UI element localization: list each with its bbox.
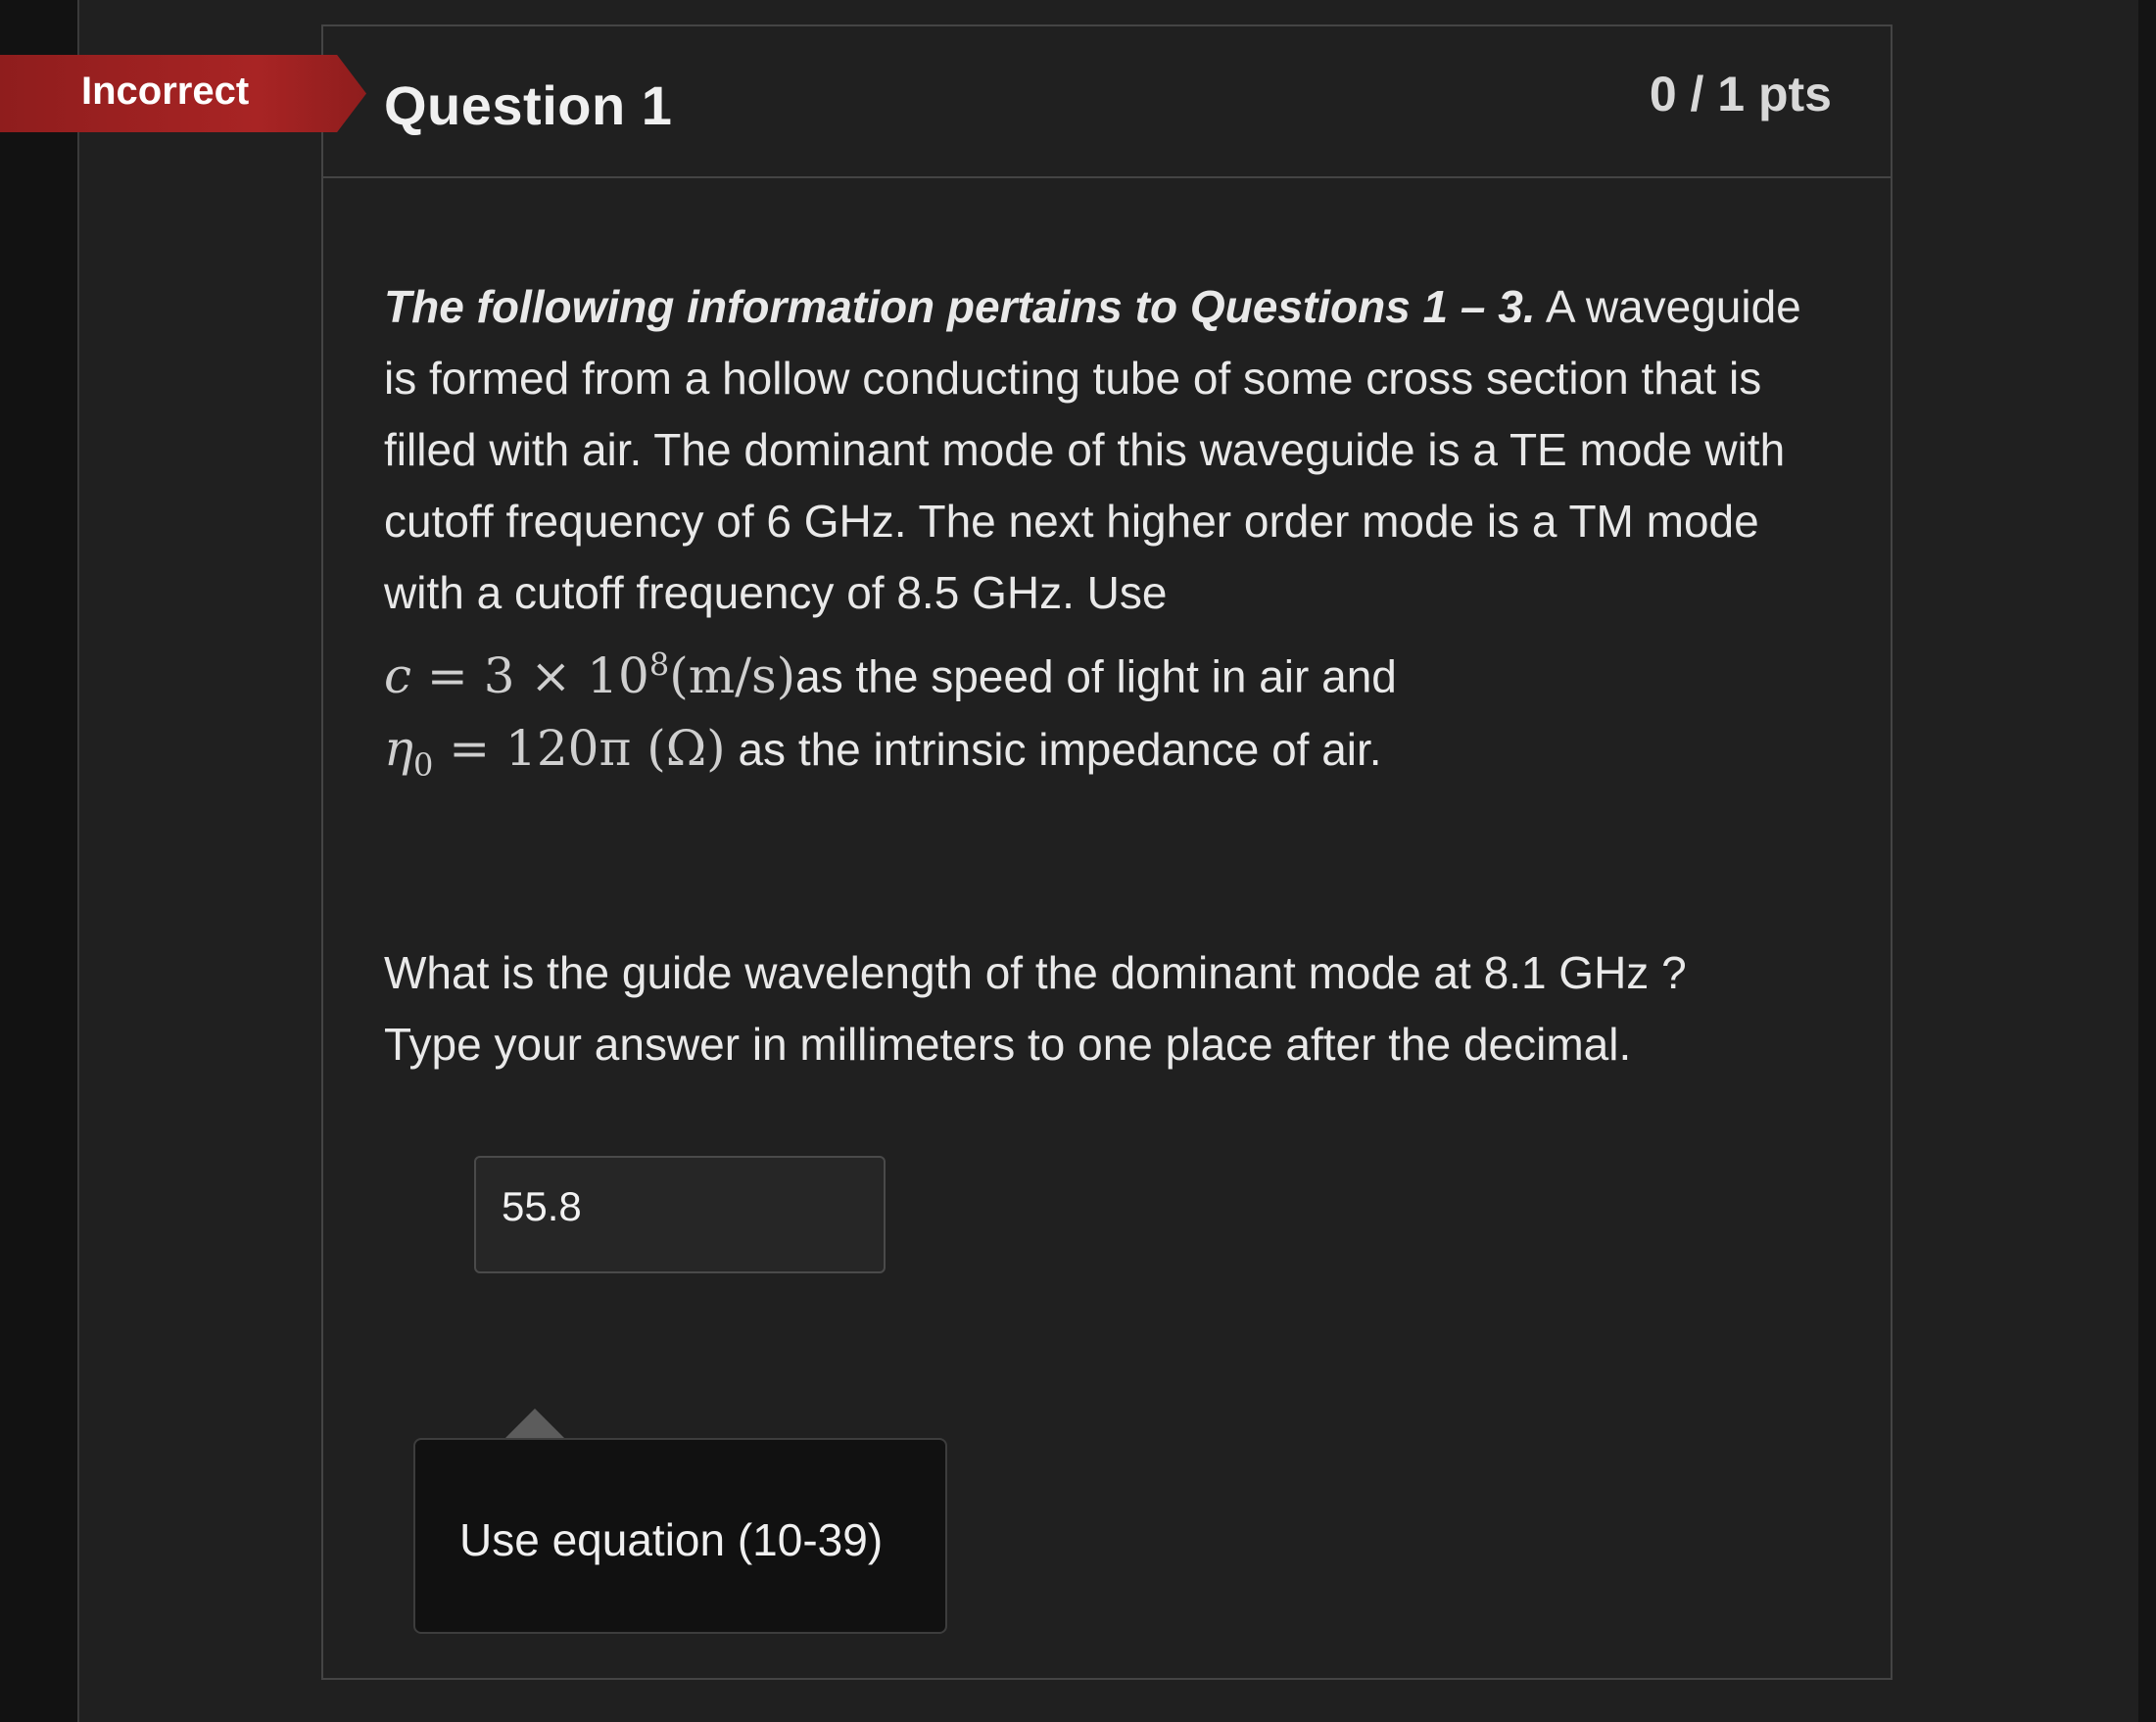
- question-card: Question 1 0 / 1 pts The following infor…: [321, 24, 1892, 1680]
- answer-input[interactable]: 55.8: [474, 1156, 886, 1273]
- impedance-equation: η0 = 120π (Ω): [384, 719, 726, 784]
- feedback-comment-box: Use equation (10-39): [413, 1438, 947, 1634]
- left-sidebar-rail: [0, 0, 79, 1722]
- question-prompt: What is the guide wavelength of the domi…: [384, 937, 1834, 1080]
- math-eta-subscript: 0: [412, 745, 434, 784]
- intro-heading: The following information pertains to Qu…: [384, 281, 1536, 332]
- speed-of-light-text: as the speed of light in air and: [795, 650, 1397, 702]
- math-c-value: = 3 × 10: [411, 646, 649, 704]
- status-label: Incorrect: [81, 70, 250, 113]
- speed-of-light-equation: c = 3 × 108(m/s): [384, 646, 796, 704]
- feedback-text: Use equation (10-39): [459, 1514, 884, 1565]
- right-sidebar-rail: [2138, 0, 2156, 1722]
- prompt-question-line: What is the guide wavelength of the domi…: [384, 947, 1687, 998]
- question-header: Question 1 0 / 1 pts: [323, 26, 1891, 178]
- incorrect-status-banner: Incorrect: [0, 55, 366, 132]
- caret-up-icon: [503, 1409, 566, 1440]
- math-c-symbol: c: [384, 646, 412, 704]
- question-points: 0 / 1 pts: [1649, 67, 1832, 121]
- math-eta-symbol: η: [384, 719, 413, 777]
- question-title: Question 1: [384, 74, 673, 136]
- prompt-instruction-line: Type your answer in millimeters to one p…: [384, 1019, 1632, 1070]
- quiz-results-page: Incorrect Question 1 0 / 1 pts The follo…: [0, 0, 2156, 1722]
- math-c-unit: (m/s): [669, 646, 796, 704]
- math-eta-value: = 120π (Ω): [433, 719, 726, 777]
- question-body: The following information pertains to Qu…: [384, 271, 1834, 801]
- impedance-text: as the intrinsic impedance of air.: [725, 723, 1382, 775]
- math-c-exponent: 8: [648, 646, 670, 683]
